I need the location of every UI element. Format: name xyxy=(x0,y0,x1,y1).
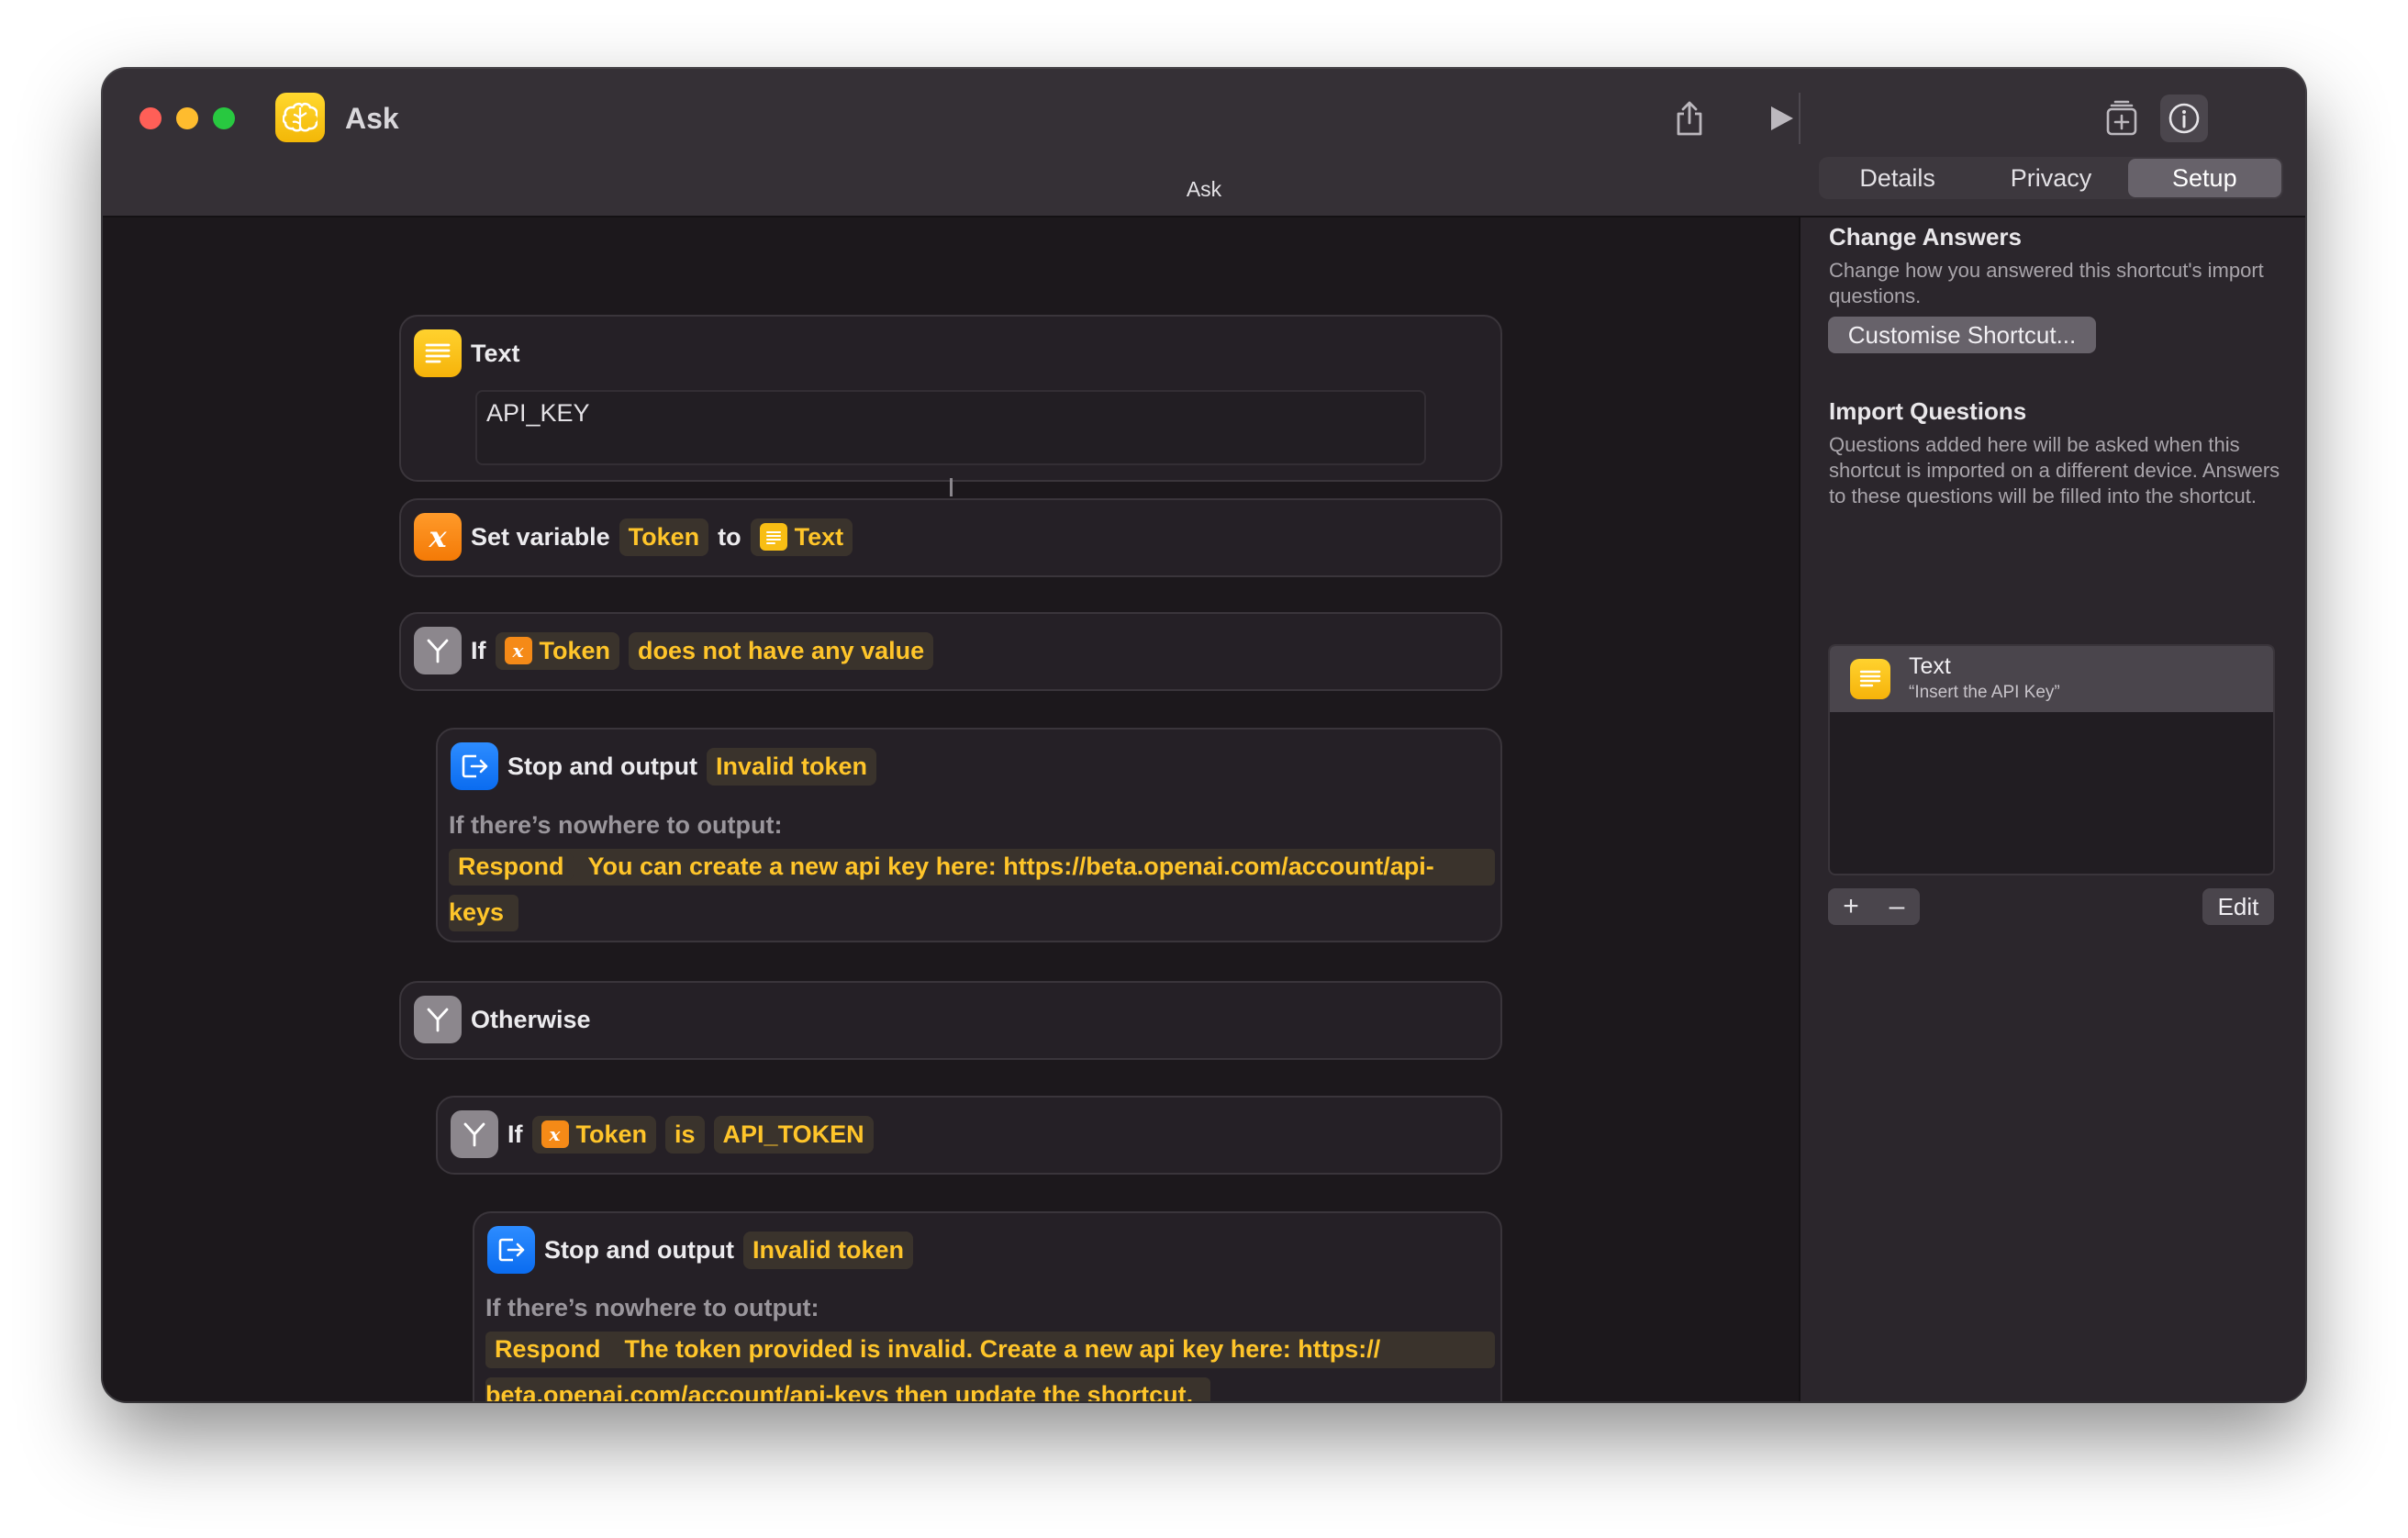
customise-shortcut-button[interactable]: Customise Shortcut... xyxy=(1828,317,2096,353)
toolbar-separator xyxy=(1799,93,1800,144)
shortcut-editor: Text API_KEY x Set variable Token to Tex… xyxy=(103,217,1799,1401)
info-icon[interactable] xyxy=(2160,95,2208,142)
text-lines-icon xyxy=(414,329,462,377)
if-1-condition-text: does not have any value xyxy=(638,636,925,664)
tab-privacy[interactable]: Privacy xyxy=(1974,159,2127,197)
app-window: Ask Ask Text API_KEY x Set variable Toke… xyxy=(103,69,2305,1401)
stop-2-message-line-2[interactable]: beta.openai.com/account/api-keys then up… xyxy=(485,1381,1193,1401)
otherwise-label: Otherwise xyxy=(471,1005,591,1033)
respond-token[interactable]: Respond xyxy=(485,1335,610,1364)
text-source-token[interactable]: Text xyxy=(750,518,853,556)
variable-x-icon: x xyxy=(414,513,462,561)
import-questions-description: Questions added here will be asked when … xyxy=(1829,433,2280,507)
if-2-variable-token[interactable]: x Token xyxy=(531,1115,657,1154)
respond-token[interactable]: Respond xyxy=(449,853,574,881)
change-answers-description: Change how you answered this shortcut's … xyxy=(1829,259,2264,307)
stop-1-fallback-label: If there’s nowhere to output: xyxy=(449,811,783,839)
text-source-label: Text xyxy=(794,522,844,551)
stop-2-output-token[interactable]: Invalid token xyxy=(742,1231,913,1269)
import-question-item[interactable]: Text “Insert the API Key” xyxy=(1830,646,2273,712)
stop-1-output-token[interactable]: Invalid token xyxy=(706,747,876,786)
import-questions-list: Text “Insert the API Key” xyxy=(1828,644,2275,875)
text-lines-icon xyxy=(1850,659,1890,699)
stop-2-fallback-label: If there’s nowhere to output: xyxy=(485,1294,819,1321)
exit-arrow-icon xyxy=(451,742,498,790)
variable-x-icon: x xyxy=(504,637,532,664)
if-2-label: If xyxy=(507,1120,523,1148)
add-question-button[interactable]: + xyxy=(1828,888,1874,925)
connector-line xyxy=(950,478,953,496)
stop-1-output-text: Invalid token xyxy=(715,752,867,780)
if-1-label: If xyxy=(471,636,486,664)
if-2-value-token[interactable]: API_TOKEN xyxy=(713,1115,874,1154)
branch-icon xyxy=(414,627,462,674)
stop-1-label: Stop and output xyxy=(507,752,697,780)
text-action-title: Text xyxy=(471,339,520,367)
set-variable-label: Set variable xyxy=(471,522,610,551)
if-1-row: If x Token does not have any value xyxy=(414,627,934,674)
add-remove-control: + – xyxy=(1828,888,1920,925)
respond-text: Respond xyxy=(458,853,564,880)
minimize-window-button[interactable] xyxy=(176,107,198,129)
brain-icon xyxy=(275,93,325,142)
remove-question-button[interactable]: – xyxy=(1874,888,1920,925)
set-variable-row: x Set variable Token to Text xyxy=(414,513,853,561)
share-icon[interactable] xyxy=(1666,95,1713,142)
stop-2-response-line-1[interactable]: Respond The token provided is invalid. C… xyxy=(485,1335,1380,1364)
tab-setup[interactable]: Setup xyxy=(2127,159,2281,197)
branch-icon xyxy=(414,996,462,1043)
stop-2-row: Stop and output Invalid token xyxy=(487,1226,913,1274)
close-window-button[interactable] xyxy=(139,107,162,129)
if-1-condition-token[interactable]: does not have any value xyxy=(629,631,934,670)
stop-2-message-line-1: The token provided is invalid. Create a … xyxy=(624,1335,1381,1363)
variable-name-text: Token xyxy=(628,522,700,551)
import-question-title: Text xyxy=(1909,653,1951,679)
text-action-value: API_KEY xyxy=(486,399,590,427)
if-2-operator-token[interactable]: is xyxy=(665,1115,705,1154)
stop-2-label: Stop and output xyxy=(544,1235,734,1264)
set-variable-to-label: to xyxy=(718,522,741,551)
if-1-variable-token[interactable]: x Token xyxy=(495,631,620,670)
stop-1-message-line-1: You can create a new api key here: https… xyxy=(587,853,1434,880)
if-1-variable-text: Token xyxy=(539,636,611,664)
edit-questions-button[interactable]: Edit xyxy=(2202,888,2274,925)
if-2-value-text: API_TOKEN xyxy=(722,1120,864,1148)
window-title: Ask xyxy=(345,102,399,135)
stop-1-response-line-1[interactable]: Respond You can create a new api key her… xyxy=(449,853,1434,881)
branch-icon xyxy=(451,1110,498,1158)
tab-details[interactable]: Details xyxy=(1821,159,1974,197)
exit-arrow-icon xyxy=(487,1226,535,1274)
variable-name-token[interactable]: Token xyxy=(619,518,709,556)
if-2-operator-text: is xyxy=(674,1120,696,1148)
respond-text: Respond xyxy=(495,1335,601,1363)
otherwise-row: Otherwise xyxy=(414,996,591,1043)
stop-1-row: Stop and output Invalid token xyxy=(451,742,876,790)
sidebar-tab-bar: Details Privacy Setup xyxy=(1819,157,2283,199)
variable-x-icon: x xyxy=(541,1120,569,1148)
zoom-window-button[interactable] xyxy=(213,107,235,129)
import-questions-heading: Import Questions xyxy=(1829,397,2027,425)
text-action-field[interactable]: API_KEY xyxy=(475,390,1426,465)
text-action-header: Text xyxy=(414,329,520,377)
if-2-variable-text: Token xyxy=(575,1120,648,1148)
change-answers-heading: Change Answers xyxy=(1829,223,2022,251)
stop-2-output-text: Invalid token xyxy=(752,1235,904,1264)
if-2-row: If x Token is API_TOKEN xyxy=(451,1110,874,1158)
stop-1-message-line-2[interactable]: keys xyxy=(449,898,504,927)
text-lines-icon xyxy=(759,523,787,551)
import-question-subtitle: “Insert the API Key” xyxy=(1909,683,2060,702)
add-to-library-icon[interactable] xyxy=(2098,95,2146,142)
